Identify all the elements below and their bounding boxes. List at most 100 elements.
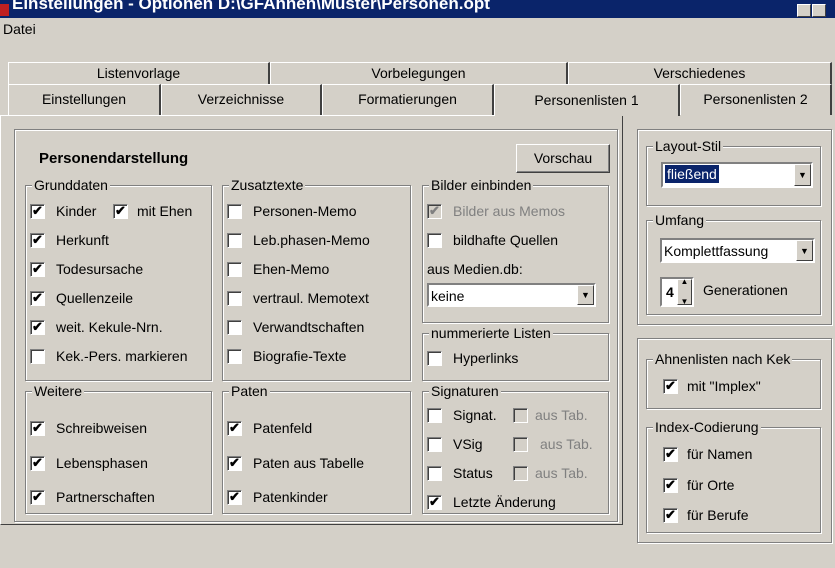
kinder-checkbox[interactable]: ✔ Kinder	[30, 201, 96, 221]
check-icon: ✔	[665, 476, 676, 492]
index-codierung-title: Index-Codierung	[653, 419, 761, 435]
kek-group: Ahnenlisten nach Kek ✔ mit "Implex"	[646, 351, 821, 409]
signaturen-title: Signaturen	[429, 383, 501, 399]
nummerierte-listen-group: nummerierte Listen Hyperlinks	[422, 325, 609, 381]
signat-aus-tab-checkbox[interactable]: aus Tab.	[513, 405, 588, 425]
personen-memo-checkbox[interactable]: Personen-Memo	[227, 201, 357, 221]
menu-bar: Datei	[0, 18, 835, 40]
check-icon: ✔	[229, 419, 240, 435]
patenkinder-checkbox[interactable]: ✔ Patenkinder	[227, 487, 328, 507]
chevron-down-icon[interactable]: ▼	[794, 164, 811, 186]
quellenzeile-checkbox[interactable]: ✔ Quellenzeile	[30, 288, 133, 308]
umfang-select[interactable]: Komplettfassung ▼	[660, 238, 815, 263]
tab-formatierungen[interactable]: Formatierungen	[322, 84, 494, 115]
grunddaten-group: Grunddaten ✔ Kinder ✔ mit Ehen ✔ Herkunft ✔…	[25, 177, 212, 381]
lebphasen-memo-checkbox[interactable]: Leb.phasen-Memo	[227, 230, 370, 250]
mit-ehen-checkbox[interactable]: ✔ mit Ehen	[113, 201, 192, 221]
right-top-frame: Layout-Stil fließend ▼ Umfang Komplettfa…	[637, 129, 832, 325]
zusatztexte-group: Zusatztexte Personen-Memo Leb.phasen-Mem…	[222, 177, 411, 381]
schreibweisen-checkbox[interactable]: ✔ Schreibweisen	[30, 418, 147, 438]
tab-verzeichnisse[interactable]: Verzeichnisse	[161, 84, 322, 115]
todesursache-checkbox[interactable]: ✔ Todesursache	[30, 259, 143, 279]
check-icon: ✔	[665, 506, 676, 522]
app-icon	[0, 4, 9, 16]
layout-stil-select[interactable]: fließend ▼	[661, 162, 813, 188]
check-icon: ✔	[32, 260, 43, 276]
signaturen-group: Signaturen Signat. aus Tab. VSig aus Tab…	[422, 383, 609, 514]
tab-einstellungen[interactable]: Einstellungen	[8, 84, 161, 115]
status-bar	[0, 530, 835, 568]
implex-checkbox[interactable]: ✔ mit "Implex"	[663, 376, 761, 396]
status-aus-tab-checkbox[interactable]: aus Tab.	[513, 463, 588, 483]
layout-stil-group: Layout-Stil fließend ▼	[646, 138, 821, 206]
index-codierung-group: Index-Codierung ✔ für Namen ✔ für Orte ✔ fü…	[646, 419, 821, 533]
bildhafte-quellen-checkbox[interactable]: bildhafte Quellen	[427, 230, 558, 250]
tab-listenvorlage[interactable]: Listenvorlage	[8, 62, 270, 84]
minimize-button[interactable]	[797, 4, 811, 17]
bilder-einbinden-title: Bilder einbinden	[429, 177, 534, 193]
chevron-up-icon[interactable]: ▲	[681, 272, 689, 292]
maximize-button[interactable]	[812, 4, 826, 17]
personendarstellung-group: Personendarstellung Vorschau Grunddaten …	[14, 129, 618, 522]
check-icon: ✔	[32, 231, 43, 247]
window-title: Einstellungen - Optionen D:\GFAhnen\Must…	[12, 0, 490, 13]
grunddaten-title: Grunddaten	[32, 177, 110, 193]
partnerschaften-checkbox[interactable]: ✔ Partnerschaften	[30, 487, 155, 507]
biografie-texte-checkbox[interactable]: Biografie-Texte	[227, 346, 346, 366]
ehen-memo-checkbox[interactable]: Ehen-Memo	[227, 259, 329, 279]
verwandtschaften-checkbox[interactable]: Verwandtschaften	[227, 317, 364, 337]
kek-pers-checkbox[interactable]: Kek.-Pers. markieren	[30, 346, 187, 366]
tab-verschiedenes[interactable]: Verschiedenes	[568, 62, 832, 84]
paten-aus-tabelle-checkbox[interactable]: ✔ Paten aus Tabelle	[227, 453, 364, 473]
tab-vorbelegungen[interactable]: Vorbelegungen	[270, 62, 568, 84]
check-icon: ✔	[229, 488, 240, 504]
zusatztexte-title: Zusatztexte	[229, 177, 306, 193]
check-icon: ✔	[665, 377, 676, 393]
generations-spinner[interactable]: ▲ ▼	[677, 277, 692, 306]
status-checkbox[interactable]: Status	[427, 463, 493, 483]
check-icon: ✔	[32, 488, 43, 504]
hyperlinks-checkbox[interactable]: Hyperlinks	[427, 348, 518, 368]
herkunft-checkbox[interactable]: ✔ Herkunft	[30, 230, 109, 250]
weitere-group: Weitere ✔ Schreibweisen ✔ Lebensphasen ✔ Pa…	[25, 383, 212, 514]
fuer-namen-checkbox[interactable]: ✔ für Namen	[663, 444, 752, 464]
bilder-aus-memos-checkbox[interactable]: ✔ Bilder aus Memos	[427, 201, 565, 221]
check-icon: ✔	[32, 454, 43, 470]
lebensphasen-checkbox[interactable]: ✔ Lebensphasen	[30, 453, 148, 473]
check-icon: ✔	[665, 445, 676, 461]
layout-stil-title: Layout-Stil	[653, 138, 724, 154]
umfang-group: Umfang Komplettfassung ▼ 4 ▲ ▼ Generation…	[646, 212, 821, 315]
signat-checkbox[interactable]: Signat.	[427, 405, 497, 425]
kek-title: Ahnenlisten nach Kek	[653, 351, 793, 367]
patenfeld-checkbox[interactable]: ✔ Patenfeld	[227, 418, 312, 438]
fuer-orte-checkbox[interactable]: ✔ für Orte	[663, 475, 734, 495]
check-icon: ✔	[32, 202, 43, 218]
generations-label: Generationen	[703, 282, 788, 298]
check-icon: ✔	[229, 454, 240, 470]
tab-personenlisten-1[interactable]: Personenlisten 1	[494, 84, 680, 116]
chevron-down-icon[interactable]: ▼	[577, 285, 594, 305]
kekule-checkbox[interactable]: ✔ weit. Kekule-Nrn.	[30, 317, 163, 337]
check-icon: ✔	[32, 419, 43, 435]
vsig-checkbox[interactable]: VSig	[427, 434, 483, 454]
generations-input[interactable]: 4 ▲ ▼	[660, 277, 694, 307]
chevron-down-icon[interactable]: ▼	[681, 292, 689, 312]
fuer-berufe-checkbox[interactable]: ✔ für Berufe	[663, 505, 748, 525]
vertraul-memotext-checkbox[interactable]: vertraul. Memotext	[227, 288, 369, 308]
preview-button[interactable]: Vorschau	[516, 144, 610, 173]
weitere-title: Weitere	[32, 383, 84, 399]
personendarstellung-heading: Personendarstellung	[39, 150, 189, 167]
umfang-title: Umfang	[653, 212, 707, 228]
check-icon: ✔	[429, 493, 440, 509]
letzte-aenderung-checkbox[interactable]: ✔ Letzte Änderung	[427, 492, 556, 512]
medien-db-select[interactable]: keine ▼	[427, 283, 596, 307]
chevron-down-icon[interactable]: ▼	[796, 240, 813, 261]
check-icon: ✔	[429, 202, 440, 218]
nummerierte-listen-title: nummerierte Listen	[429, 325, 553, 341]
tab-personenlisten-2[interactable]: Personenlisten 2	[680, 84, 832, 115]
paten-title: Paten	[229, 383, 270, 399]
paten-group: Paten ✔ Patenfeld ✔ Paten aus Tabelle ✔ Pat…	[222, 383, 411, 514]
check-icon: ✔	[32, 318, 43, 334]
menu-datei[interactable]: Datei	[3, 21, 36, 37]
vsig-aus-tab-checkbox[interactable]: aus Tab.	[513, 434, 593, 454]
